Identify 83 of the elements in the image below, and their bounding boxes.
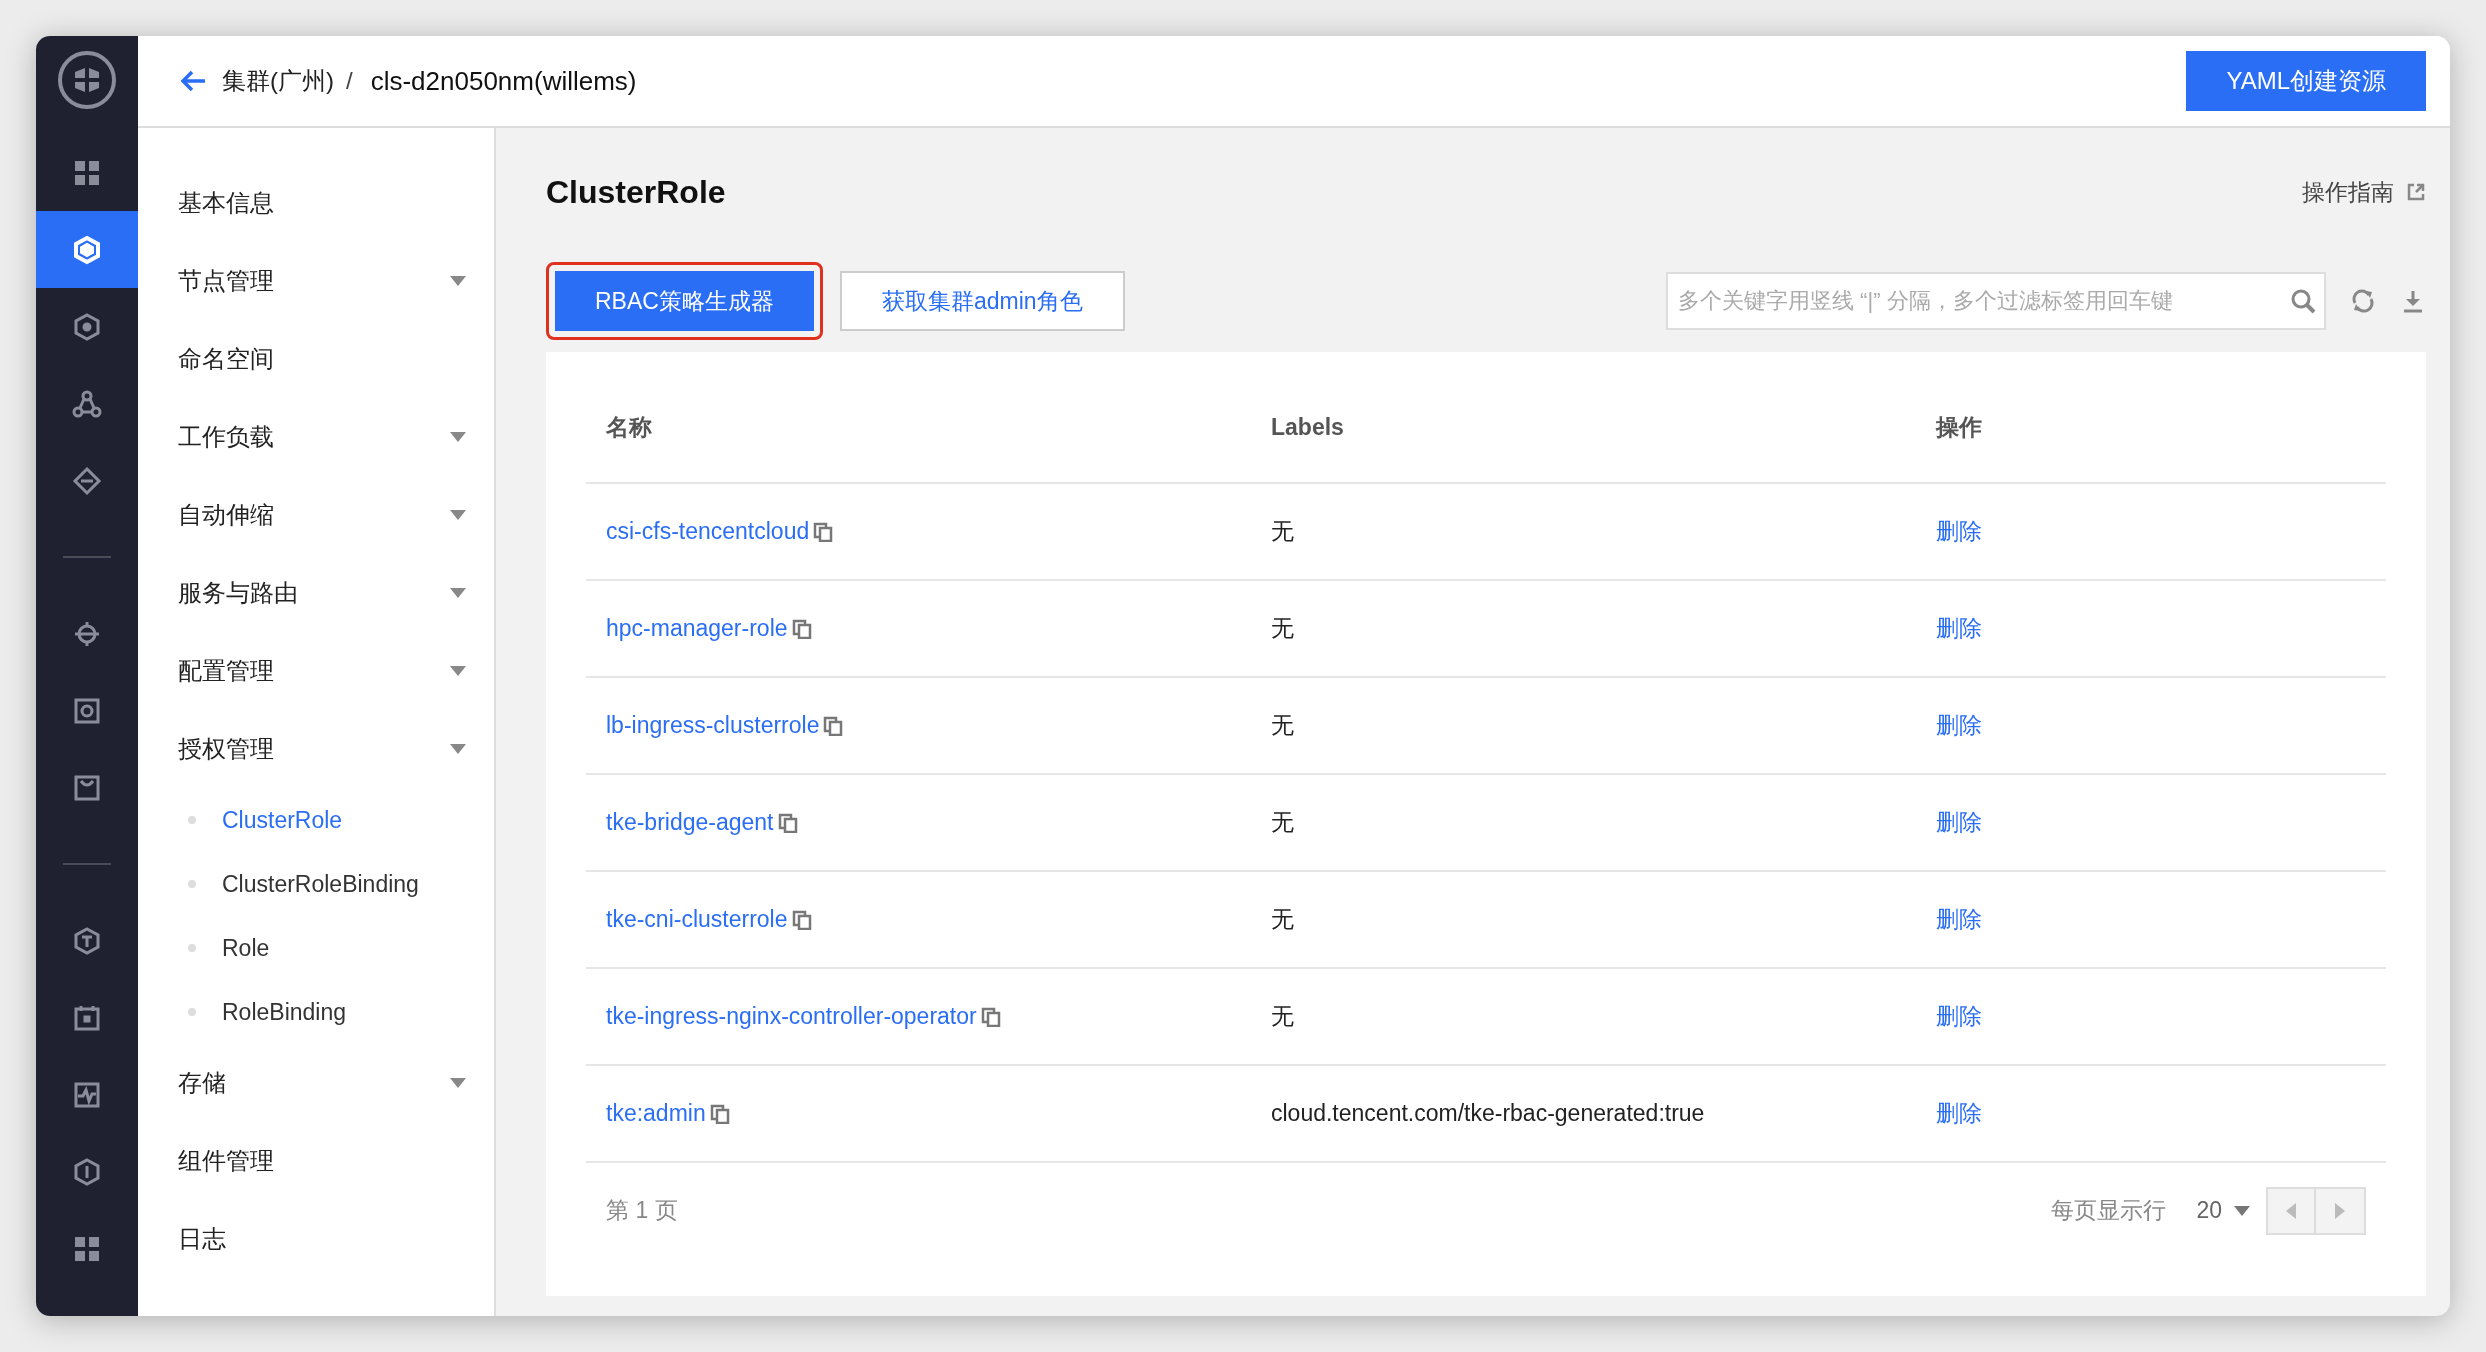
breadcrumb-separator: / [346,67,353,95]
labels-cell-text: 无 [1270,711,1295,740]
menu-item[interactable]: 授权管理 [178,710,494,788]
labels-cell-text: 无 [1270,808,1295,837]
labels-cell-text: 无 [1270,1002,1295,1031]
delete-link[interactable]: 删除 [1936,710,1982,741]
caret-icon [450,510,466,520]
submenu-item[interactable]: ClusterRole [178,788,494,852]
menu-item[interactable]: 节点管理 [178,242,494,320]
rail-nav-item[interactable] [36,211,138,288]
column-header: 名称 [605,412,653,442]
caret-icon [450,588,466,598]
cluster-name: cls-d2n050nm(willems) [370,65,637,97]
right-triangle-icon [2335,1202,2345,1219]
create-resource-button[interactable]: YAML创建资源 [2186,51,2426,111]
column-header: Labels [1270,413,1345,441]
role-name-link[interactable]: tke:admin [606,1100,706,1127]
bullet-icon [188,944,196,952]
hexagon-letter-icon [72,925,102,956]
menu-item[interactable]: 日志 [178,1200,494,1278]
bullet-icon [188,816,196,824]
copy-icon[interactable] [823,715,844,736]
delete-link[interactable]: 删除 [1936,904,1982,935]
caret-icon [450,1078,466,1088]
breadcrumb-link[interactable]: 集群(广州) [222,65,334,97]
copy-icon[interactable] [709,1103,730,1124]
column-header: 操作 [1934,412,1983,442]
search-field[interactable]: 多个关键字用竖线 “|” 分隔，多个过滤标签用回车键 [1666,272,2326,330]
toolbar-button[interactable]: RBAC策略生成器 [555,271,814,331]
delete-link[interactable]: 删除 [1936,807,1982,838]
menu-item[interactable]: 基本信息 [178,164,494,242]
menu-item[interactable]: 命名空间 [178,320,494,398]
caret-icon [450,432,466,442]
copy-icon[interactable] [980,1006,1001,1027]
submenu-item[interactable]: ClusterRoleBinding [178,852,494,916]
search-icon[interactable] [2290,288,2316,314]
labels-cell-text: 无 [1270,614,1295,643]
copy-icon[interactable] [813,521,834,542]
bullet-icon [188,1008,196,1016]
page-size-select[interactable]: 20 [2196,1197,2250,1224]
labels-cell-text: cloud.tencent.com/tke-rbac-generated:true [1270,1100,1706,1127]
caret-icon [2234,1205,2250,1216]
menu-item[interactable]: 自动伸缩 [178,476,494,554]
hexagon-dots-icon [72,311,102,342]
external-link-icon [2406,182,2426,202]
logo-icon[interactable] [57,50,117,110]
menu-item[interactable]: 存储 [178,1044,494,1122]
delete-link[interactable]: 删除 [1936,516,1982,547]
page-size-label: 每页显示行 [2051,1196,2167,1225]
hexagon-icon [72,234,102,265]
copy-icon[interactable] [791,909,812,930]
labels-cell-text: 无 [1270,905,1295,934]
role-name-link[interactable]: tke-bridge-agent [606,809,774,836]
role-name-link[interactable]: hpc-manager-role [606,615,788,642]
delete-link[interactable]: 删除 [1936,613,1982,644]
copy-icon[interactable] [777,812,798,833]
toolbar-button[interactable]: 获取集群admin角色 [839,271,1125,331]
delete-link[interactable]: 删除 [1936,1001,1982,1032]
page-title: ClusterRole [546,173,726,211]
diamond-icon [72,465,102,496]
menu-item[interactable]: 工作负载 [178,398,494,476]
refresh-icon[interactable] [2350,288,2376,314]
role-name-link[interactable]: csi-cfs-tencentcloud [606,518,810,545]
hexagon-bar-icon [72,1156,102,1187]
submenu-item[interactable]: Role [178,916,494,980]
role-name-link[interactable]: tke-cni-clusterrole [606,906,788,933]
caret-icon [450,666,466,676]
menu-item[interactable]: 服务与路由 [178,554,494,632]
caret-icon [450,276,466,286]
copy-icon[interactable] [791,618,812,639]
menu-item[interactable]: 配置管理 [178,632,494,710]
role-name-link[interactable]: tke-ingress-nginx-controller-operator [606,1003,977,1030]
menu-item[interactable]: 组件管理 [178,1122,494,1200]
left-triangle-icon [2286,1202,2296,1219]
guide-link[interactable]: 操作指南 [2302,176,2426,208]
page-number: 第 1 页 [606,1196,678,1225]
bullet-icon [188,880,196,888]
role-name-link[interactable]: lb-ingress-clusterrole [606,712,820,739]
submenu-item[interactable]: RoleBinding [178,980,494,1044]
delete-link[interactable]: 删除 [1936,1098,1982,1129]
triangle-circles-icon [72,388,102,419]
caret-icon [450,744,466,754]
labels-cell-text: 无 [1270,517,1295,546]
